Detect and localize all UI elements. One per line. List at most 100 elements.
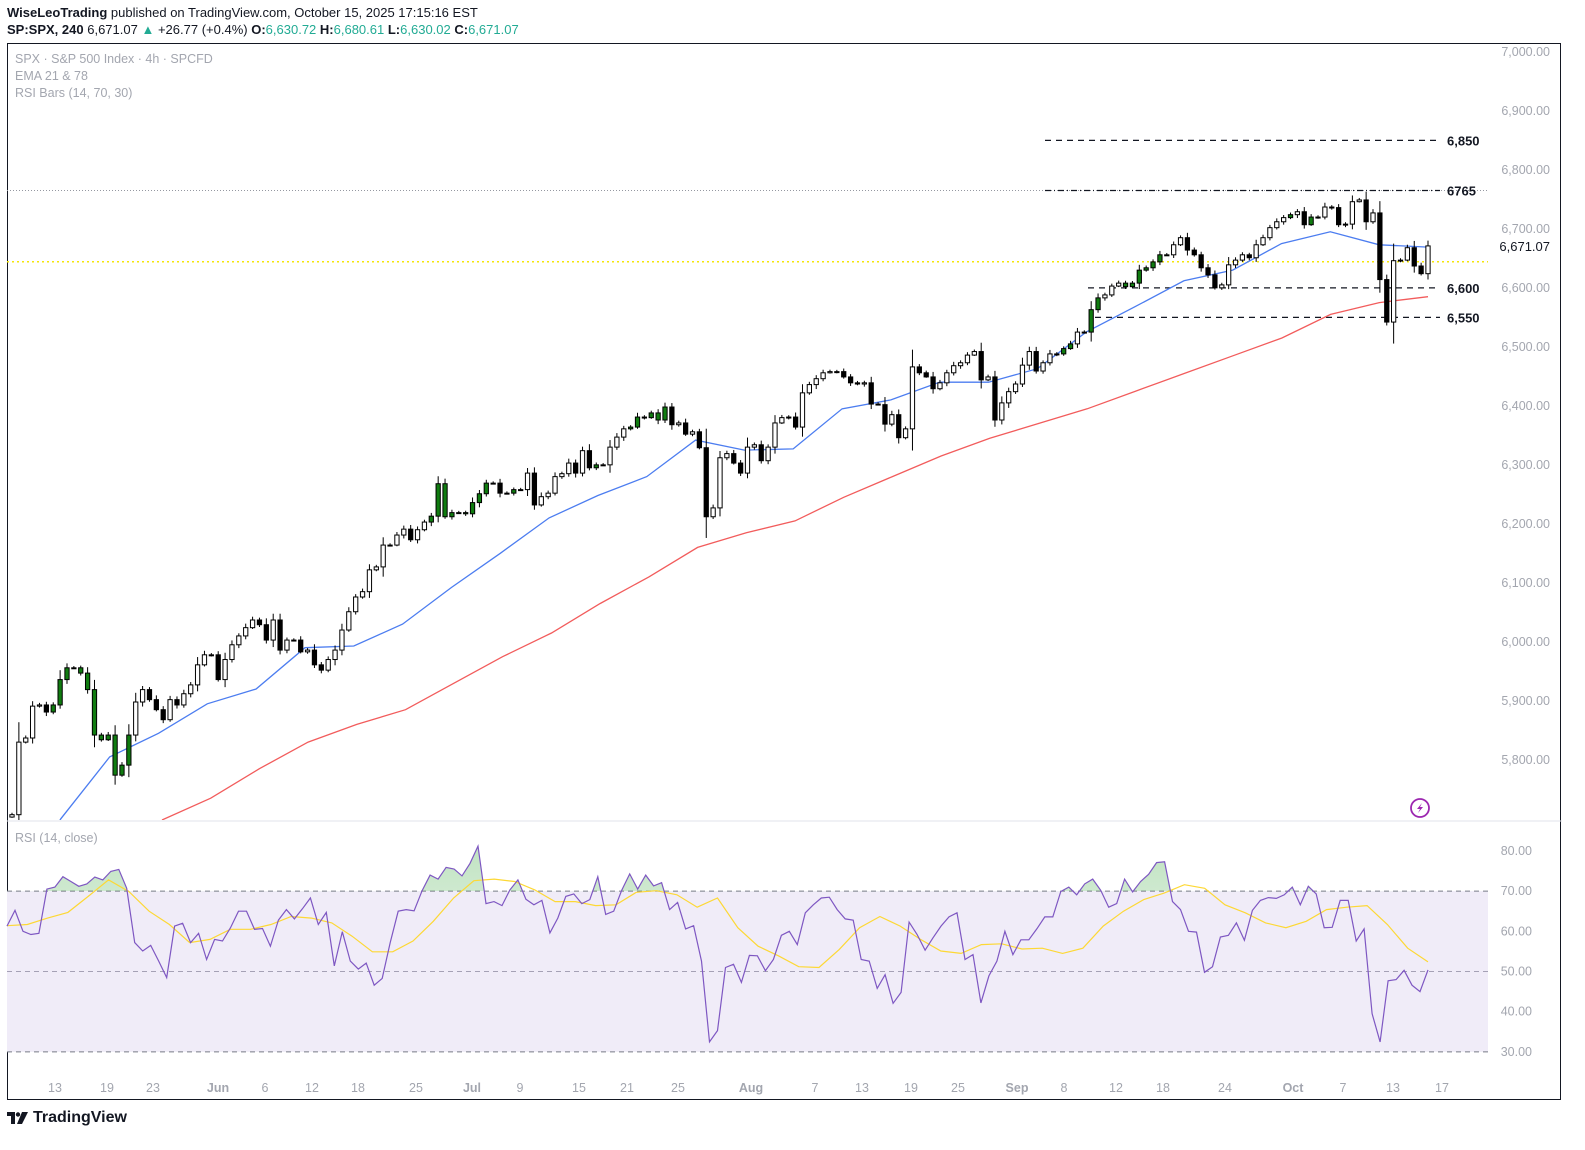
candle — [133, 692, 139, 742]
candle — [84, 667, 91, 694]
price-axis-label: 6,600.00 — [1501, 281, 1550, 295]
candle-body — [511, 489, 517, 494]
candle-body — [628, 426, 634, 430]
candle — [1308, 214, 1314, 226]
candle-body — [1074, 331, 1081, 345]
lightning-circle-icon[interactable] — [1410, 798, 1430, 818]
candle — [318, 662, 324, 674]
candle-body — [256, 619, 263, 626]
candle — [1287, 212, 1294, 220]
candle — [36, 702, 43, 708]
candle-body — [827, 371, 833, 374]
candle — [957, 360, 964, 369]
price-axis-label: 6,300.00 — [1501, 458, 1550, 472]
candle — [256, 617, 263, 628]
candle — [1411, 240, 1417, 273]
candle-body — [1026, 351, 1032, 366]
candle-body — [1322, 206, 1328, 218]
candle — [456, 510, 462, 515]
candle — [1294, 209, 1301, 219]
legend-rsi-pane[interactable]: RSI (14, close) — [15, 831, 98, 845]
candle — [181, 689, 187, 708]
candle — [1239, 252, 1246, 262]
candle-body — [146, 689, 153, 701]
candle-body — [1308, 216, 1314, 226]
candle-body — [380, 544, 386, 568]
candle — [1418, 262, 1424, 276]
candle — [579, 446, 586, 477]
candle-body — [346, 611, 352, 631]
ema78-line — [161, 296, 1429, 820]
candle-body — [834, 371, 840, 374]
candle-body — [703, 447, 709, 518]
candle — [476, 489, 483, 508]
candle — [153, 695, 159, 712]
candle-body — [456, 512, 462, 515]
candle-body — [174, 699, 180, 706]
candle — [1012, 381, 1019, 394]
candle-body — [662, 406, 668, 421]
candle — [43, 701, 49, 717]
candle — [531, 467, 538, 510]
candle-body — [1006, 391, 1012, 404]
candle — [50, 702, 56, 715]
candle — [167, 695, 173, 722]
legend-symbol[interactable]: SPX · S&P 500 Index · 4h · SPCFD — [15, 52, 213, 66]
candle-body — [999, 402, 1005, 421]
candle — [909, 349, 916, 451]
candle — [1219, 282, 1225, 290]
candle — [827, 369, 833, 374]
candle-body — [621, 428, 627, 438]
candle — [1397, 258, 1404, 263]
time-axis-label: 24 — [1218, 1081, 1232, 1095]
candle-body — [971, 351, 977, 356]
candle — [971, 349, 977, 356]
candle — [662, 402, 668, 423]
candle — [1342, 222, 1349, 228]
candle — [284, 637, 290, 654]
candle-body — [559, 473, 565, 478]
candle — [504, 491, 510, 495]
level-label: 6,600 — [1447, 281, 1480, 296]
candle — [758, 440, 764, 464]
price-axis-label: 6,200.00 — [1501, 517, 1550, 531]
candle-body — [421, 521, 428, 531]
candle-body — [394, 534, 400, 546]
candle-body — [29, 705, 36, 739]
candle-body — [964, 354, 971, 364]
candle-body — [428, 515, 434, 523]
candle-body — [985, 376, 991, 381]
candle-body — [1095, 297, 1101, 311]
candle-body — [724, 453, 730, 459]
price-axis-label: 5,900.00 — [1501, 694, 1550, 708]
tradingview-logo[interactable]: TradingView — [7, 1109, 127, 1127]
candle — [1116, 280, 1122, 288]
candle-body — [641, 416, 648, 419]
candle-body — [298, 639, 304, 653]
candle-body — [373, 566, 379, 571]
candle-body — [1019, 364, 1026, 385]
candle-body — [1349, 201, 1356, 225]
candle-body — [1287, 214, 1294, 219]
candle — [614, 433, 620, 450]
candle-body — [1177, 237, 1184, 246]
candle — [1164, 253, 1170, 257]
candle — [1040, 360, 1046, 374]
legend-ema[interactable]: EMA 21 & 78 — [15, 69, 88, 83]
candle-body — [751, 444, 757, 448]
candle — [435, 476, 441, 523]
candle-body — [1143, 267, 1149, 271]
candle — [628, 425, 634, 431]
legend-rsi-bars[interactable]: RSI Bars (14, 70, 30) — [15, 86, 132, 100]
candle-body — [614, 436, 620, 448]
chart-canvas[interactable]: 7,000.00 6,900.00 6,800.00 6,700.00 6,600.00… — [0, 0, 1585, 1150]
candle-body — [1342, 223, 1349, 226]
candle — [1074, 327, 1081, 348]
price-axis-label: 6,000.00 — [1501, 635, 1550, 649]
candle — [1301, 207, 1307, 229]
candle-body — [1061, 348, 1067, 355]
candle — [414, 526, 421, 544]
candle-body — [1171, 244, 1177, 256]
candle — [1136, 264, 1142, 290]
candle — [655, 409, 661, 425]
